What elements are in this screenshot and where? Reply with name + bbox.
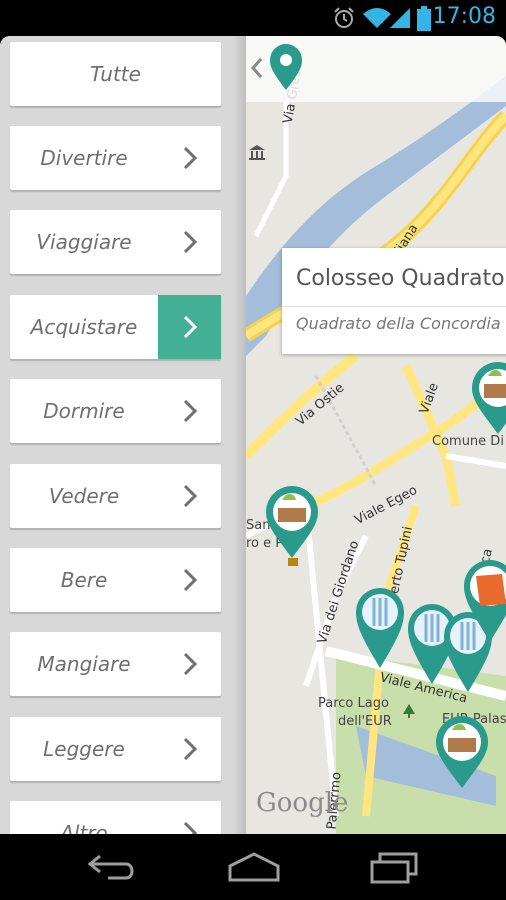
recent-apps-icon[interactable] [368,850,420,884]
menu-item-label: Altro [60,821,108,834]
action-bar [246,36,506,102]
menu-item-label: Divertire [40,146,128,170]
chevron-right-icon[interactable] [158,801,221,834]
app-logo-icon[interactable] [268,44,304,92]
poi-parco: Parco Lago [318,696,389,711]
wifi-icon [363,8,391,28]
menu-item-label: Acquistare [30,315,138,339]
menu-item-label: Vedere [48,484,120,508]
menu-item-bere[interactable]: Bere [10,548,221,612]
status-time: 17:08 [432,4,496,29]
menu-item-label: Leggere [43,737,125,761]
menu-item-viaggiare[interactable]: Viaggiare [10,210,221,274]
menu-item-label: Dormire [43,399,125,423]
menu-item-label: Mangiare [37,652,131,676]
chevron-right-icon[interactable] [158,548,221,612]
status-bar: 17:08 [0,0,506,36]
chevron-right-icon[interactable] [158,717,221,781]
menu-item-label: Bere [60,568,108,592]
menu-item-divertire[interactable]: Divertire [10,126,221,190]
chevron-right-icon[interactable] [158,210,221,274]
menu-item-mangiare[interactable]: Mangiare [10,632,221,696]
map-view[interactable]: Via Greve Magliana Via Ostie Viale Viale… [246,36,506,834]
back-icon[interactable] [86,850,138,884]
chevron-right-icon[interactable] [158,295,221,359]
battery-icon [417,6,431,31]
shopping-marker[interactable] [462,558,506,644]
park-marker[interactable] [434,716,490,790]
menu-item-dormire[interactable]: Dormire [10,379,221,443]
menu-item-label: Tutte [90,62,141,86]
chevron-right-icon[interactable] [158,379,221,443]
info-window-subtitle: Quadrato della Concordia [296,314,501,333]
chevron-right-icon[interactable] [158,464,221,528]
colosseum-marker-right[interactable] [470,362,506,436]
app-window: Tutte Divertire Viaggiare Acquistare Dormire… [0,36,506,834]
menu-item-altro[interactable]: Altro [10,801,221,834]
up-chevron-icon[interactable] [250,56,264,80]
colosseum-marker[interactable] [264,486,320,560]
tree-icon [403,704,415,718]
chevron-right-icon[interactable] [158,632,221,696]
poi-eur: dell'EUR [338,714,392,729]
small-poi-icon [288,558,298,566]
menu-item-label: Viaggiare [36,230,132,254]
home-icon[interactable] [226,850,282,884]
navigation-bar [0,834,506,900]
category-menu: Tutte Divertire Viaggiare Acquistare Dormire… [0,36,246,834]
museum-icon [249,145,265,160]
menu-item-leggere[interactable]: Leggere [10,717,221,781]
menu-item-tutte[interactable]: Tutte [10,42,221,106]
restaurant-marker-1[interactable] [354,584,406,670]
signal-icon [390,8,410,28]
info-window-title: Colosseo Quadrato [296,266,505,291]
menu-item-vedere[interactable]: Vedere [10,464,221,528]
menu-item-acquistare[interactable]: Acquistare [10,295,221,359]
info-window[interactable]: Colosseo Quadrato Quadrato della Concord… [282,248,506,354]
chevron-right-icon[interactable] [158,126,221,190]
menu-shadow [234,36,246,834]
alarm-icon [334,7,354,28]
info-window-divider [282,306,506,307]
google-logo: Google [256,788,349,818]
poi-comune: Comune Di R [432,434,506,449]
